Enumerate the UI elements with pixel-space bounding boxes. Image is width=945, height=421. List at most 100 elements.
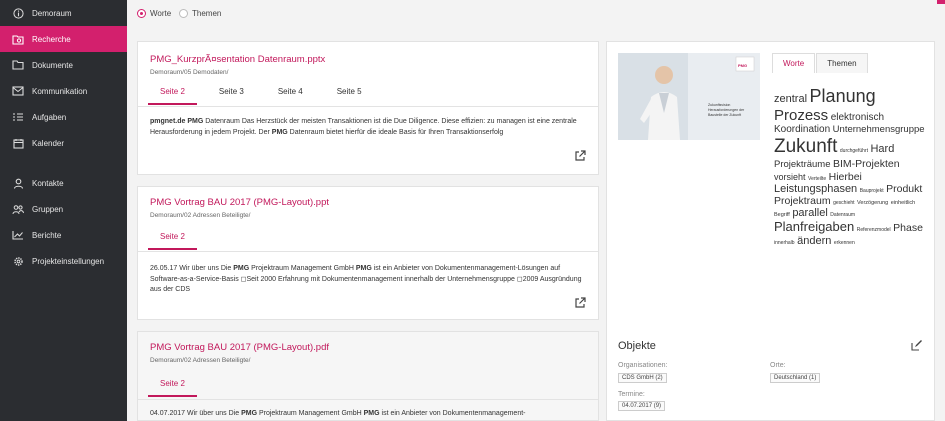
sidebar-item-label: Berichte — [32, 230, 62, 240]
organisation-chip[interactable]: CDS GmbH (2) — [618, 373, 667, 383]
cloud-word[interactable]: Projekträume — [774, 159, 831, 170]
search-mode-bar: Worte Themen — [127, 0, 945, 28]
cloud-word[interactable]: Referenzmodel — [857, 227, 891, 233]
result-path: Demoraum/05 Demodaten/ — [150, 69, 229, 76]
cloud-word[interactable]: Planfreigaben — [774, 219, 854, 234]
tab-seite-3[interactable]: Seite 3 — [207, 85, 256, 105]
sidebar-item-recherche[interactable]: Recherche — [0, 26, 127, 52]
cloud-word[interactable]: Produkt — [886, 183, 922, 195]
tab-seite-2[interactable]: Seite 2 — [148, 377, 197, 397]
cloud-word[interactable]: Hard — [870, 143, 894, 155]
sidebar-item-projekteinstellungen[interactable]: Projekteinstellungen — [0, 248, 127, 274]
open-external-icon[interactable] — [574, 297, 586, 309]
tab-worte[interactable]: Worte — [772, 53, 816, 73]
radio-dot — [137, 9, 146, 18]
result-card: PMG Vortrag BAU 2017 (PMG-Layout).ppt De… — [137, 186, 599, 320]
cloud-word[interactable]: innerhalb — [774, 240, 795, 246]
cloud-word[interactable]: BIM-Projekten — [833, 158, 900, 170]
sidebar: Demoraum Recherche Dokumente Kommunikation A… — [0, 0, 127, 421]
cloud-word[interactable]: Prozess — [774, 107, 828, 124]
chart-icon — [12, 229, 24, 241]
objects-title: Objekte — [618, 340, 656, 352]
snippet-text: 04.07.2017 Wir über uns Die — [150, 410, 242, 417]
result-title[interactable]: PMG_KurzprÃ¤sentation Datenraum.pptx — [150, 54, 325, 65]
sidebar-item-dokumente[interactable]: Dokumente — [0, 52, 127, 78]
cloud-word[interactable]: Zukunft — [774, 136, 837, 157]
cloud-word[interactable]: Phase — [893, 222, 923, 234]
tab-seite-5[interactable]: Seite 5 — [325, 85, 374, 105]
open-external-icon[interactable] — [574, 150, 586, 162]
word-cloud: zentral Planung Prozess elektronisch Koo… — [774, 86, 928, 248]
highlight-term: PMG — [241, 410, 258, 417]
cloud-word[interactable]: durchgeführt — [840, 148, 868, 154]
document-thumbnail[interactable]: PMG Zukunftsvision Herausforderungen der… — [618, 53, 760, 140]
cloud-word[interactable]: ändern — [797, 235, 831, 247]
snippet-text: Projektraum Management GmbH — [249, 265, 356, 272]
divider — [138, 106, 598, 107]
cloud-word[interactable]: elektronisch — [831, 112, 884, 123]
snippet-text: ist ein Anbieter von Dokumentenmanagemen… — [379, 410, 526, 417]
cloud-word[interactable]: Leistungsphasen — [774, 183, 857, 195]
tab-seite-4[interactable]: Seite 4 — [266, 85, 315, 105]
highlight-term: PMG — [355, 265, 372, 272]
result-path: Demoraum/02 Adressen Beteiligte/ — [150, 357, 251, 364]
cloud-word[interactable]: Datenraum — [830, 212, 855, 219]
sidebar-item-label: Dokumente — [32, 60, 73, 70]
sidebar-item-kalender[interactable]: Kalender — [0, 130, 127, 156]
sidebar-item-label: Aufgaben — [32, 112, 67, 122]
tab-seite-2[interactable]: Seite 2 — [148, 230, 197, 250]
thumb-badge: PMG — [738, 63, 748, 68]
radio-themen-label: Themen — [192, 9, 222, 18]
result-path: Demoraum/02 Adressen Beteiligte/ — [150, 212, 251, 219]
cloud-word[interactable]: Bauprojekt — [860, 188, 884, 194]
cloud-word[interactable]: einheitlich — [891, 200, 915, 206]
result-title[interactable]: PMG Vortrag BAU 2017 (PMG-Layout).ppt — [150, 197, 329, 208]
search-doc-icon — [12, 33, 24, 45]
result-snippet: 26.05.17 Wir über uns Die PMG Projektrau… — [150, 264, 582, 296]
cloud-word[interactable]: Verzögerung — [857, 200, 888, 206]
cloud-word[interactable]: zentral — [774, 93, 807, 105]
sidebar-item-label: Recherche — [32, 34, 71, 44]
result-title[interactable]: PMG Vortrag BAU 2017 (PMG-Layout).pdf — [150, 342, 329, 353]
cloud-word[interactable]: Hierbei — [829, 171, 862, 183]
highlight-term: PMG — [363, 410, 380, 417]
snippet-text: 26.05.17 Wir über uns Die — [150, 265, 234, 272]
sidebar-item-kontakte[interactable]: Kontakte — [0, 170, 127, 196]
cloud-word[interactable]: vorsieht — [774, 172, 806, 182]
cloud-word[interactable]: Koordination — [774, 124, 830, 135]
radio-worte-label: Worte — [150, 9, 172, 18]
checklist-icon — [12, 111, 24, 123]
cloud-word[interactable]: Unternehmensgruppe — [833, 124, 925, 135]
edit-icon[interactable] — [910, 340, 922, 352]
header-action-button[interactable] — [937, 0, 945, 4]
page-tabs: Seite 2 Seite 3 Seite 4 Seite 5 — [148, 85, 384, 105]
sidebar-item-berichte[interactable]: Berichte — [0, 222, 127, 248]
result-snippet: pmgnet.de PMG Datenraum Das Herzstück de… — [150, 117, 582, 138]
result-snippet: 04.07.2017 Wir über uns Die PMG Projektr… — [150, 409, 582, 420]
sidebar-item-gruppen[interactable]: Gruppen — [0, 196, 127, 222]
radio-themen[interactable]: Themen — [179, 9, 221, 18]
date-chip[interactable]: 04.07.2017 (9) — [618, 401, 666, 411]
cloud-word[interactable]: Planung — [810, 86, 876, 106]
organisations-label: Organisationen: — [618, 362, 668, 369]
cloud-word[interactable]: erkennen — [834, 240, 855, 246]
cloud-word[interactable]: Begriff — [774, 212, 790, 218]
sidebar-item-aufgaben[interactable]: Aufgaben — [0, 104, 127, 130]
gear-icon — [12, 255, 24, 267]
tab-seite-2[interactable]: Seite 2 — [148, 85, 197, 105]
highlight-term: PMG — [187, 118, 204, 125]
folder-icon — [12, 59, 24, 71]
sidebar-item-kommunikation[interactable]: Kommunikation — [0, 78, 127, 104]
place-chip[interactable]: Deutschland (1) — [770, 373, 821, 383]
radio-worte[interactable]: Worte — [137, 9, 171, 18]
cloud-word[interactable]: geschieht — [833, 200, 854, 206]
tab-themen[interactable]: Themen — [816, 53, 868, 73]
cloud-word[interactable]: Projektraum — [774, 195, 831, 207]
sidebar-item-label: Kommunikation — [32, 86, 88, 96]
cloud-word[interactable]: parallel — [792, 207, 827, 219]
sidebar-item-label: Gruppen — [32, 204, 64, 214]
info-icon — [12, 7, 24, 19]
cloud-word[interactable]: Verteilte — [808, 176, 826, 182]
sidebar-item-demoraum[interactable]: Demoraum — [0, 0, 127, 26]
sidebar-item-label: Demoraum — [32, 8, 72, 18]
